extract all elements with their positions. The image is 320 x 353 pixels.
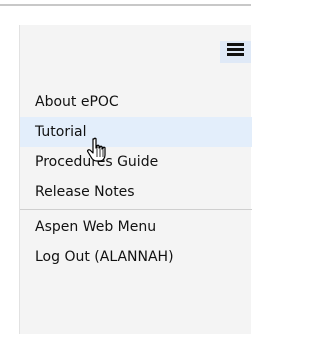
menu-item-procedures-guide[interactable]: Procedures Guide	[20, 147, 252, 177]
menu-item-about-epoc[interactable]: About ePOC	[20, 87, 252, 117]
menu-item-release-notes[interactable]: Release Notes	[20, 177, 252, 207]
menu-toggle-button[interactable]	[220, 41, 251, 63]
hamburger-menu-icon	[227, 43, 244, 56]
menu-item-log-out[interactable]: Log Out (ALANNAH)	[20, 242, 252, 272]
menu-list: About ePOC Tutorial Procedures Guide Rel…	[20, 87, 252, 272]
menu-item-aspen-web-menu[interactable]: Aspen Web Menu	[20, 212, 252, 242]
dropdown-menu: About ePOC Tutorial Procedures Guide Rel…	[19, 25, 252, 334]
menu-item-tutorial[interactable]: Tutorial	[20, 117, 252, 147]
top-border	[0, 0, 251, 6]
menu-divider	[20, 209, 252, 210]
